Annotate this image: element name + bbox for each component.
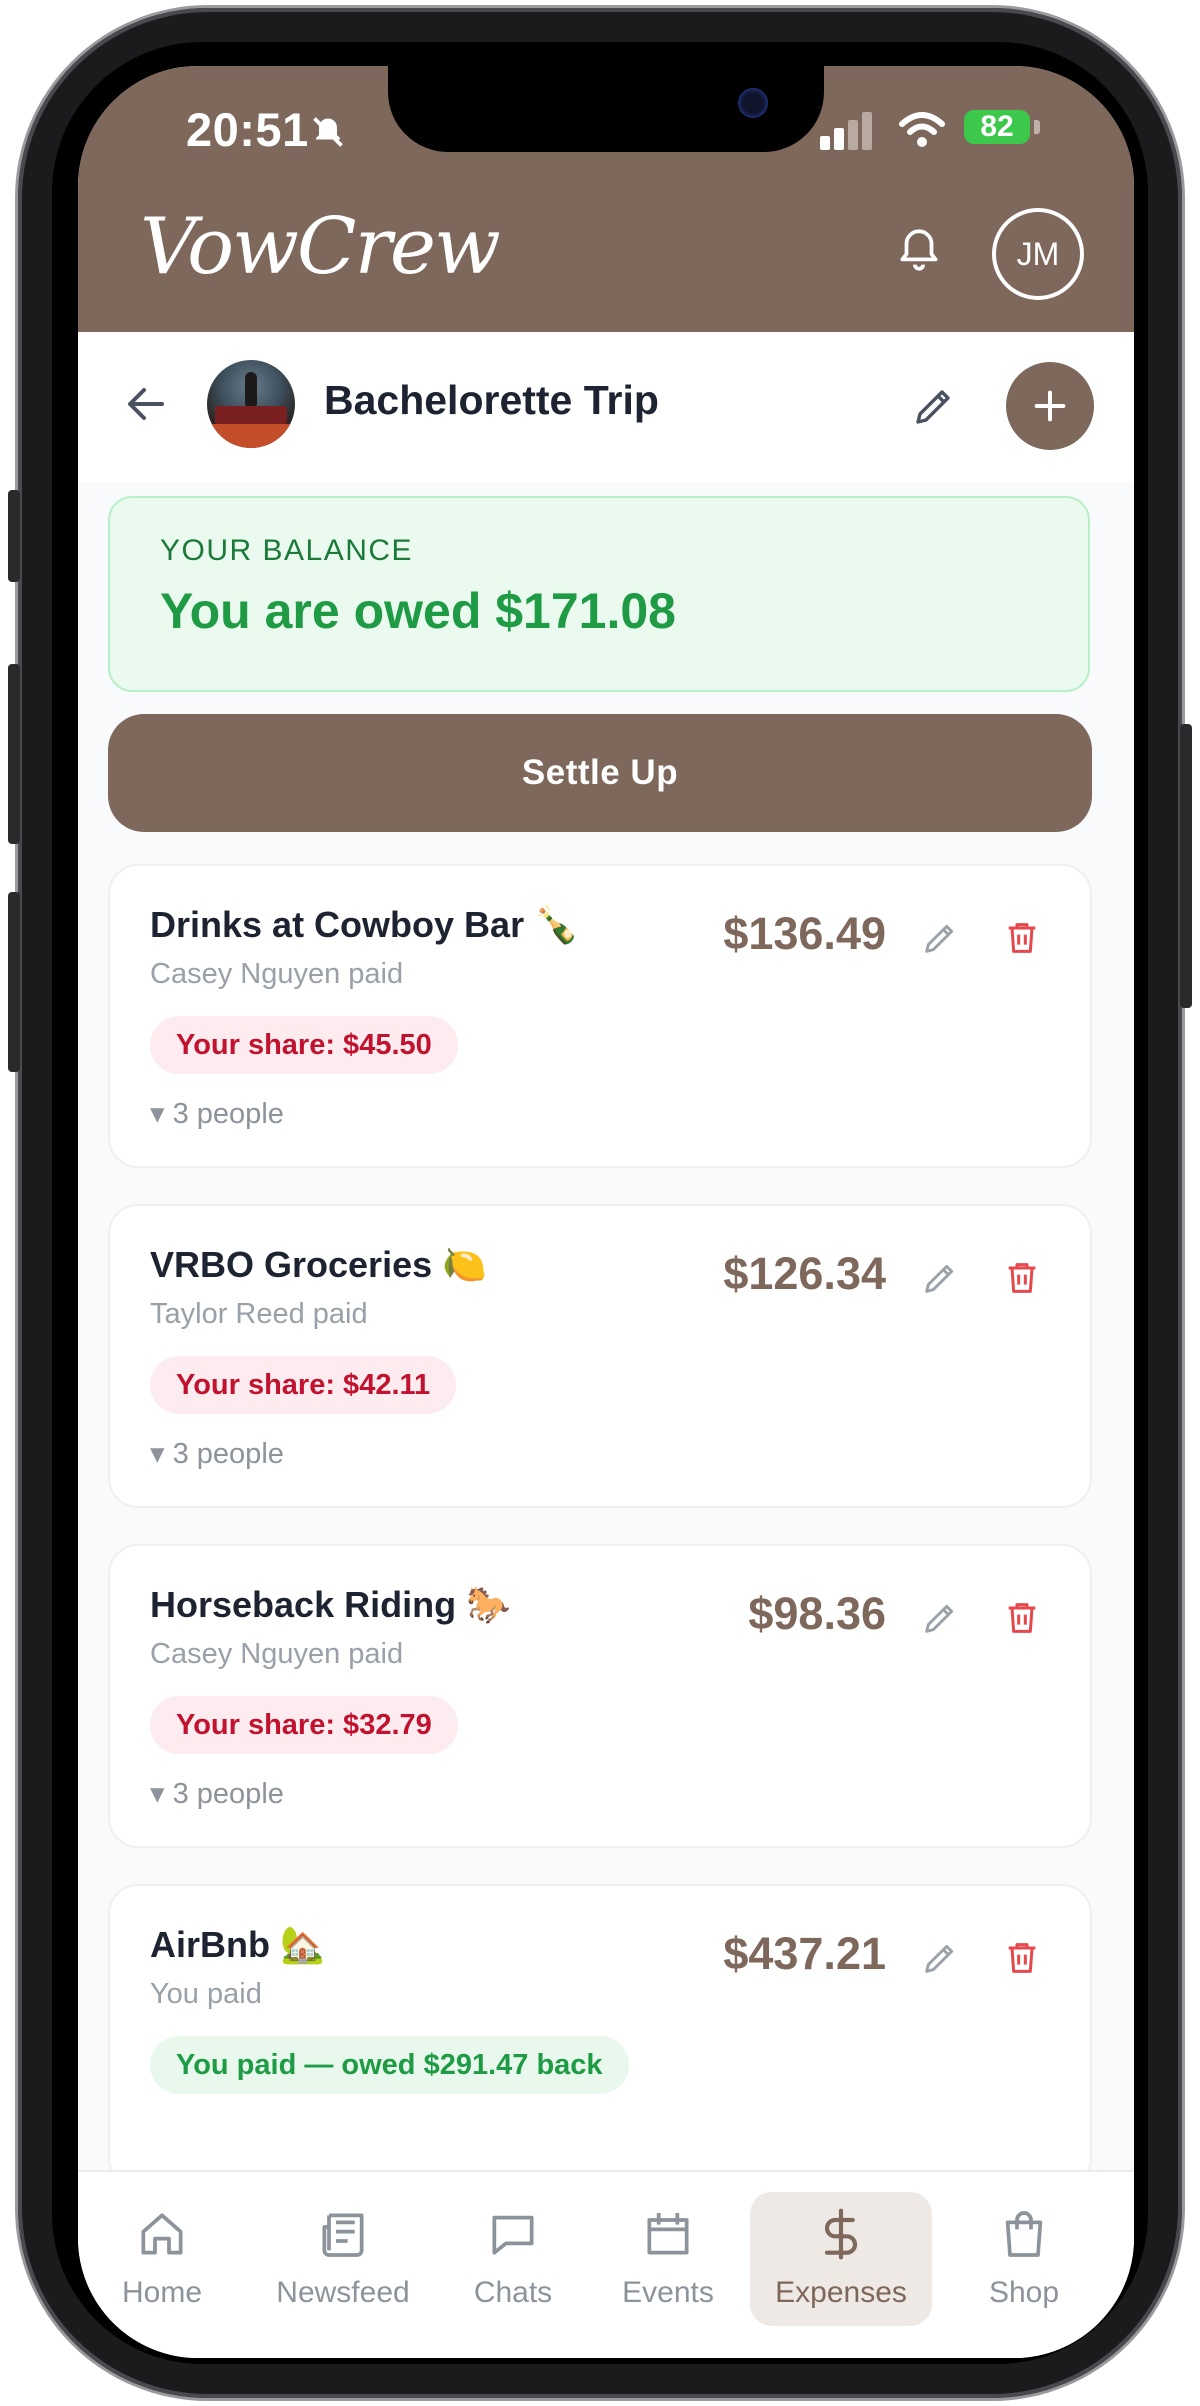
nav-expenses[interactable]: Expenses	[750, 2192, 932, 2326]
expense-amount: $126.34	[723, 1248, 886, 1299]
nav-chats[interactable]: Chats	[448, 2192, 578, 2326]
settle-up-button[interactable]: Settle Up	[108, 714, 1092, 832]
plus-icon	[1034, 390, 1066, 422]
silent-bell-icon	[313, 117, 343, 147]
expense-payer: Taylor Reed paid	[150, 1298, 368, 1330]
calendar-icon	[647, 2213, 689, 2255]
newspaper-icon	[322, 2213, 364, 2257]
nav-label: Expenses	[775, 2276, 907, 2309]
expense-card[interactable]: Horseback Riding 🐎 Casey Nguyen paid $98…	[108, 1544, 1092, 1848]
battery-tip	[1034, 120, 1040, 134]
balance-label: YOUR BALANCE	[160, 534, 414, 567]
expense-card[interactable]: VRBO Groceries 🍋 Taylor Reed paid $126.3…	[108, 1204, 1092, 1508]
expense-card[interactable]: Drinks at Cowboy Bar 🍾 Casey Nguyen paid…	[108, 864, 1092, 1168]
expense-card[interactable]: AirBnb 🏡 You paid $437.21 You paid — owe…	[108, 1884, 1092, 2188]
nav-label: Events	[622, 2276, 714, 2309]
nav-label: Newsfeed	[276, 2276, 410, 2309]
your-share-badge: Your share: $45.50	[150, 1016, 458, 1074]
nav-label: Home	[121, 2276, 203, 2309]
balance-value: You are owed $171.08	[160, 583, 676, 639]
nav-home[interactable]: Home	[92, 2192, 232, 2326]
cellular-signal-icon	[820, 112, 872, 150]
edit-pencil-icon[interactable]	[920, 1938, 960, 1978]
volume-down-button	[8, 892, 20, 1072]
expense-title: Drinks at Cowboy Bar 🍾	[150, 904, 579, 945]
chat-icon	[492, 2215, 534, 2255]
home-icon	[141, 2213, 183, 2255]
shopping-bag-icon	[1005, 2211, 1043, 2257]
trip-avatar	[207, 360, 295, 448]
expense-title: AirBnb 🏡	[150, 1924, 325, 1965]
battery-indicator: 82	[964, 110, 1030, 144]
nav-shop[interactable]: Shop	[954, 2192, 1094, 2326]
expense-amount: $437.21	[723, 1928, 886, 1979]
nav-label: Shop	[988, 2276, 1060, 2309]
app-logo[interactable]: VowCrew	[140, 202, 501, 292]
volume-up-button	[8, 664, 20, 844]
dollar-icon	[824, 2208, 858, 2260]
owed-back-badge: You paid — owed $291.47 back	[150, 2036, 629, 2094]
participants-toggle[interactable]: ▾ 3 people	[150, 1096, 284, 1131]
expense-amount: $98.36	[748, 1588, 886, 1639]
your-share-badge: Your share: $32.79	[150, 1696, 458, 1754]
user-avatar[interactable]: JM	[992, 208, 1084, 300]
trash-icon[interactable]	[1002, 1938, 1042, 1978]
nav-events[interactable]: Events	[598, 2192, 738, 2326]
power-button	[1180, 724, 1192, 1008]
phone-screen: 20:51 82 VowCrew JM Bachelorette Trip YO…	[78, 66, 1134, 2358]
expense-title: Horseback Riding 🐎	[150, 1584, 511, 1625]
nav-newsfeed[interactable]: Newsfeed	[258, 2192, 428, 2326]
participants-toggle[interactable]: ▾ 3 people	[150, 1436, 284, 1471]
back-arrow-icon[interactable]	[122, 380, 170, 428]
edit-trip-pencil-icon[interactable]	[910, 382, 958, 430]
front-camera	[738, 88, 768, 118]
edit-pencil-icon[interactable]	[920, 1598, 960, 1638]
expense-title: VRBO Groceries 🍋	[150, 1244, 487, 1285]
page-title: Bachelorette Trip	[324, 377, 659, 423]
wifi-icon	[899, 112, 945, 147]
add-expense-button[interactable]	[1006, 362, 1094, 450]
mute-switch	[8, 490, 20, 582]
edit-pencil-icon[interactable]	[920, 918, 960, 958]
nav-label: Chats	[473, 2276, 553, 2309]
trash-icon[interactable]	[1002, 1598, 1042, 1638]
edit-pencil-icon[interactable]	[920, 1258, 960, 1298]
bell-icon[interactable]	[894, 222, 944, 278]
trash-icon[interactable]	[1002, 1258, 1042, 1298]
participants-toggle[interactable]: ▾ 3 people	[150, 1776, 284, 1811]
notch	[388, 66, 824, 152]
expense-payer: Casey Nguyen paid	[150, 1638, 404, 1670]
expense-amount: $136.49	[723, 908, 886, 959]
your-share-badge: Your share: $42.11	[150, 1356, 457, 1414]
expense-payer: Casey Nguyen paid	[150, 958, 404, 990]
status-time: 20:51	[186, 103, 309, 156]
expense-payer: You paid	[150, 1978, 262, 2010]
trash-icon[interactable]	[1002, 918, 1042, 958]
